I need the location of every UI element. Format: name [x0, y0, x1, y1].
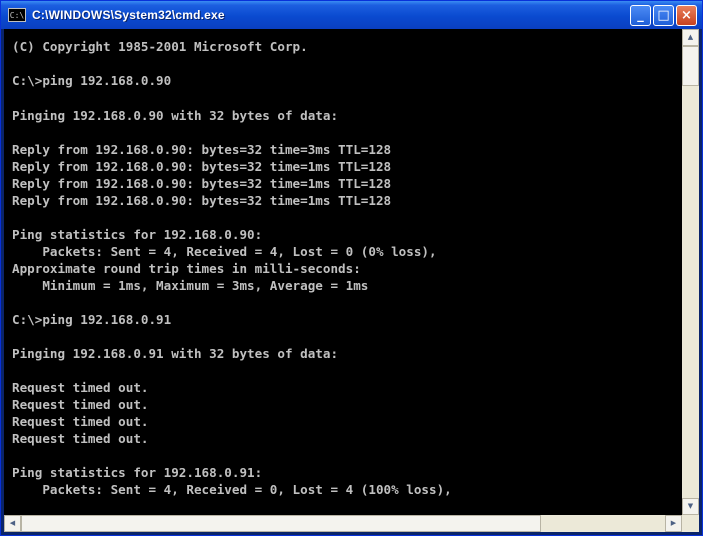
maximize-button[interactable]: □: [653, 4, 674, 26]
console-line: Approximate round trip times in milli-se…: [12, 261, 361, 276]
scroll-down-icon[interactable]: ▼: [682, 498, 699, 515]
console-line: Request timed out.: [12, 431, 149, 446]
scroll-up-icon[interactable]: ▲: [682, 29, 699, 46]
console-window: C:\ C:\WINDOWS\System32\cmd.exe _ □ × (C…: [0, 0, 703, 536]
console-output[interactable]: (C) Copyright 1985-2001 Microsoft Corp. …: [4, 29, 682, 515]
console-line: Request timed out.: [12, 397, 149, 412]
title-bar[interactable]: C:\ C:\WINDOWS\System32\cmd.exe _ □ ×: [1, 1, 702, 29]
scroll-left-icon[interactable]: ◀: [4, 515, 21, 532]
scroll-right-icon[interactable]: ▶: [665, 515, 682, 532]
scrollbar-corner: [682, 515, 699, 532]
console-line: Pinging 192.168.0.90 with 32 bytes of da…: [12, 108, 339, 123]
close-button[interactable]: ×: [676, 4, 697, 26]
console-line: (C) Copyright 1985-2001 Microsoft Corp.: [12, 39, 308, 54]
horizontal-scroll-thumb[interactable]: [21, 515, 541, 532]
console-line: C:\>ping 192.168.0.91: [12, 312, 172, 327]
console-line: C:\>ping 192.168.0.90: [12, 73, 172, 88]
client-area: (C) Copyright 1985-2001 Microsoft Corp. …: [4, 29, 699, 532]
console-line: Reply from 192.168.0.90: bytes=32 time=1…: [12, 159, 392, 174]
console-line: Request timed out.: [12, 380, 149, 395]
console-line: Reply from 192.168.0.90: bytes=32 time=1…: [12, 176, 392, 191]
console-icon[interactable]: C:\: [8, 8, 26, 22]
console-line: Packets: Sent = 4, Received = 0, Lost = …: [12, 482, 452, 497]
console-line: Pinging 192.168.0.91 with 32 bytes of da…: [12, 346, 339, 361]
vertical-scroll-thumb[interactable]: [682, 46, 699, 86]
console-line: Ping statistics for 192.168.0.90:: [12, 227, 263, 242]
console-line: Request timed out.: [12, 414, 149, 429]
horizontal-scrollbar[interactable]: ◀ ▶: [4, 515, 682, 532]
console-line: Ping statistics for 192.168.0.91:: [12, 465, 263, 480]
console-line: Minimum = 1ms, Maximum = 3ms, Average = …: [12, 278, 369, 293]
console-line: Packets: Sent = 4, Received = 4, Lost = …: [12, 244, 437, 259]
console-line: Reply from 192.168.0.90: bytes=32 time=1…: [12, 193, 392, 208]
console-line: Reply from 192.168.0.90: bytes=32 time=3…: [12, 142, 392, 157]
vertical-scrollbar[interactable]: ▲ ▼: [682, 29, 699, 515]
minimize-button[interactable]: _: [630, 4, 651, 26]
window-title: C:\WINDOWS\System32\cmd.exe: [32, 8, 225, 22]
